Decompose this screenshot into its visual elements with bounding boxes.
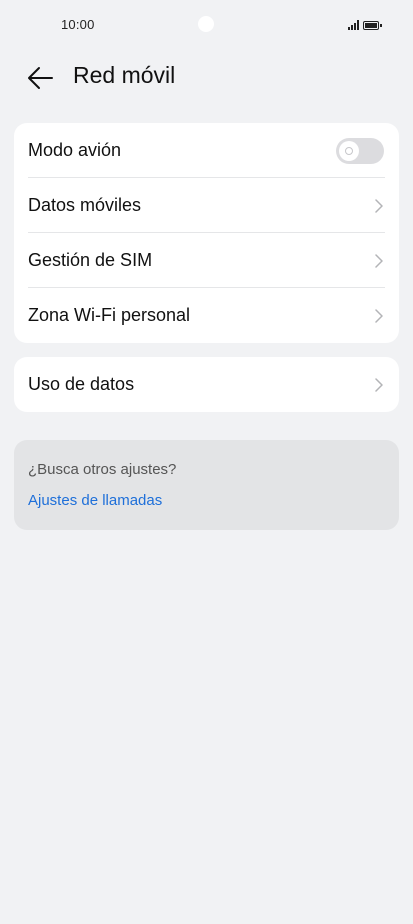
sim-management-row[interactable]: Gestión de SIM <box>14 233 399 288</box>
data-usage-card: Uso de datos <box>14 357 399 412</box>
suggestions-question: ¿Busca otros ajustes? <box>28 461 177 478</box>
toggle-knob <box>339 141 359 161</box>
mobile-data-row[interactable]: Datos móviles <box>14 178 399 233</box>
airplane-mode-toggle[interactable] <box>336 138 384 164</box>
back-arrow-icon[interactable] <box>24 63 58 93</box>
battery-icon <box>363 21 382 30</box>
status-time: 10:00 <box>61 17 95 32</box>
front-camera-cutout <box>198 16 214 32</box>
status-bar: 10:00 <box>0 0 413 50</box>
page-title: Red móvil <box>73 62 176 88</box>
status-icons <box>348 18 382 30</box>
mobile-data-label: Datos móviles <box>28 195 142 215</box>
data-usage-label: Uso de datos <box>28 374 135 394</box>
app-header: Red móvil <box>0 50 413 106</box>
suggestions-panel: ¿Busca otros ajustes? Ajustes de llamada… <box>14 440 399 530</box>
personal-hotspot-label: Zona Wi-Fi personal <box>28 305 191 325</box>
sim-management-label: Gestión de SIM <box>28 250 153 270</box>
airplane-mode-label: Modo avión <box>28 140 122 160</box>
chevron-right-icon <box>374 253 384 269</box>
chevron-right-icon <box>374 308 384 324</box>
signal-strength-icon <box>348 19 359 30</box>
data-usage-row[interactable]: Uso de datos <box>14 357 399 412</box>
airplane-mode-row[interactable]: Modo avión <box>14 123 399 178</box>
call-settings-link[interactable]: Ajustes de llamadas <box>28 492 162 509</box>
personal-hotspot-row[interactable]: Zona Wi-Fi personal <box>14 288 399 343</box>
chevron-right-icon <box>374 198 384 214</box>
chevron-right-icon <box>374 377 384 393</box>
network-settings-card: Modo avión Datos móviles Gestión de SIM … <box>14 123 399 343</box>
